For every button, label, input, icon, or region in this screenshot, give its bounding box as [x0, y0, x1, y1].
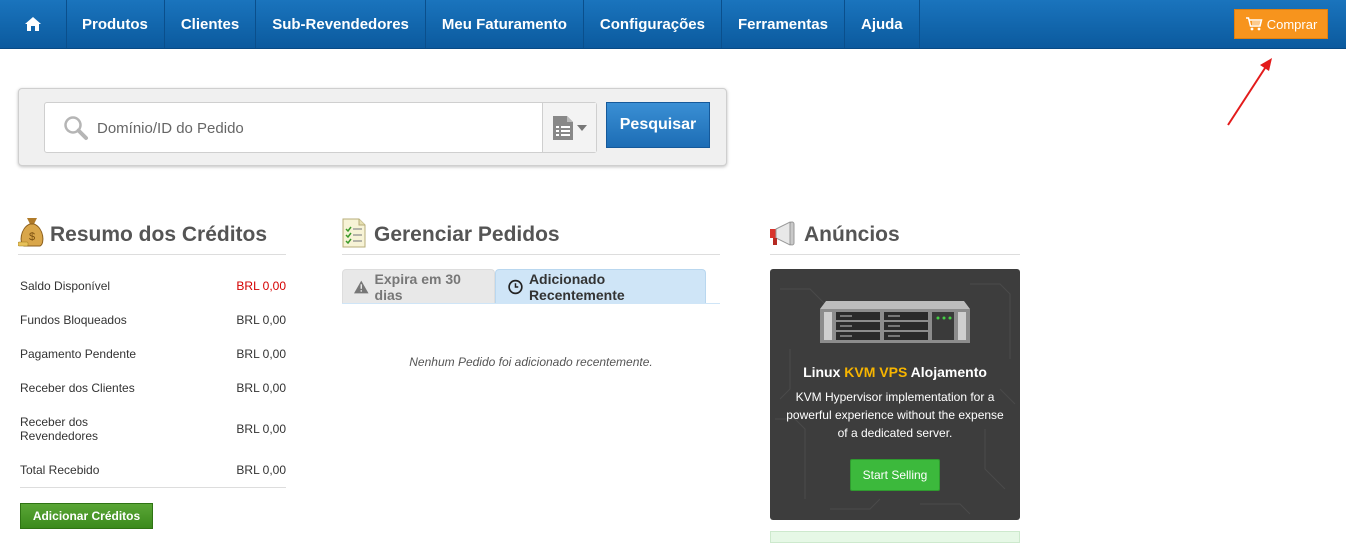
credit-label: Receber dos Clientes: [20, 381, 135, 395]
svg-text:$: $: [29, 231, 35, 243]
search-box: [44, 102, 597, 154]
credit-label: Receber dos Revendedores: [20, 415, 99, 443]
main-menu: Produtos Clientes Sub-Revendedores Meu F…: [66, 0, 920, 48]
announcements-header: Anúncios: [770, 214, 1020, 255]
search-icon: [64, 116, 88, 140]
money-bag-icon: $: [18, 218, 44, 247]
warning-icon: [354, 280, 369, 293]
clock-icon: [508, 279, 523, 294]
credit-row: Total Recebido BRL 0,00: [20, 463, 286, 477]
ad-description: KVM Hypervisor implementation for a powe…: [786, 390, 1004, 440]
nav-item-ferramentas[interactable]: Ferramentas: [722, 0, 845, 48]
next-announcement-card: [770, 531, 1020, 543]
credit-label: Saldo Disponível: [20, 279, 111, 293]
credit-label: Total Recebido: [20, 463, 100, 477]
nav-item-clientes[interactable]: Clientes: [165, 0, 257, 48]
tab-expiring[interactable]: Expira em 30 dias: [342, 269, 495, 303]
credit-value: BRL 0,00: [236, 313, 286, 327]
credits-title: Resumo dos Créditos: [50, 223, 268, 246]
orders-header: Gerenciar Pedidos: [342, 214, 720, 255]
top-navbar: Produtos Clientes Sub-Revendedores Meu F…: [0, 0, 1346, 49]
nav-item-meu-faturamento[interactable]: Meu Faturamento: [426, 0, 584, 48]
tab-recently-added-label: Adicionado Recentemente: [528, 270, 625, 303]
tab-recently-added[interactable]: Adicionado Recentemente: [495, 269, 706, 303]
credit-label: Fundos Bloqueados: [20, 313, 127, 327]
credit-value: BRL 0,00: [236, 279, 286, 293]
home-icon: [25, 17, 41, 31]
empty-orders-message: Nenhum Pedido foi adicionado recentement…: [409, 355, 653, 369]
nav-item-produtos[interactable]: Produtos: [66, 0, 165, 48]
buy-button-label: Comprar: [1266, 16, 1318, 32]
ad-title-post: Alojamento: [907, 364, 987, 380]
buy-button[interactable]: Comprar: [1234, 9, 1328, 39]
search-type-dropdown[interactable]: [542, 103, 596, 152]
credit-row: Receber dos Revendedores BRL 0,00: [20, 414, 286, 444]
ad-title: Linux KVM VPS Alojamento: [770, 364, 1020, 380]
credits-header: $ Resumo dos Créditos: [18, 214, 286, 255]
add-credits-button[interactable]: Adicionar Créditos: [20, 503, 153, 529]
cart-icon: [1245, 17, 1263, 31]
home-button[interactable]: [0, 0, 67, 48]
credit-row: Receber dos Clientes BRL 0,00: [20, 381, 286, 395]
orders-title: Gerenciar Pedidos: [374, 223, 560, 246]
divider: [20, 487, 286, 488]
search-panel: Pesquisar: [18, 88, 727, 166]
credit-label: Pagamento Pendente: [20, 347, 137, 361]
document-list-icon: [553, 115, 573, 140]
credit-row: Pagamento Pendente BRL 0,00: [20, 347, 286, 361]
credit-value: BRL 0,00: [236, 381, 286, 395]
caret-down-icon: [577, 124, 587, 131]
credit-value: BRL 0,00: [236, 422, 286, 436]
announcement-card: Linux KVM VPS Alojamento KVM Hypervisor …: [770, 269, 1020, 520]
nav-item-ajuda[interactable]: Ajuda: [845, 0, 920, 48]
credit-value: BRL 0,00: [236, 347, 286, 361]
checklist-icon: [342, 218, 366, 248]
credit-row: Fundos Bloqueados BRL 0,00: [20, 313, 286, 327]
tabs-underline: [342, 303, 720, 304]
tab-expiring-label: Expira em 30 dias: [374, 270, 461, 303]
nav-item-configuracoes[interactable]: Configurações: [584, 0, 722, 48]
ad-title-highlight: KVM VPS: [844, 364, 908, 380]
search-button[interactable]: Pesquisar: [606, 102, 710, 148]
start-selling-button[interactable]: Start Selling: [850, 459, 940, 491]
announcements-title: Anúncios: [804, 223, 900, 246]
server-rack-image: [820, 301, 970, 343]
credit-value: BRL 0,00: [236, 463, 286, 477]
nav-item-sub-revendedores[interactable]: Sub-Revendedores: [256, 0, 426, 48]
ad-title-pre: Linux: [803, 364, 845, 380]
credit-row: Saldo Disponível BRL 0,00: [20, 279, 286, 293]
megaphone-icon: [770, 221, 795, 246]
orders-tabs: Expira em 30 dias Adicionado Recentement…: [342, 269, 706, 303]
search-input[interactable]: [95, 103, 539, 154]
annotation-arrow: [1227, 58, 1272, 126]
